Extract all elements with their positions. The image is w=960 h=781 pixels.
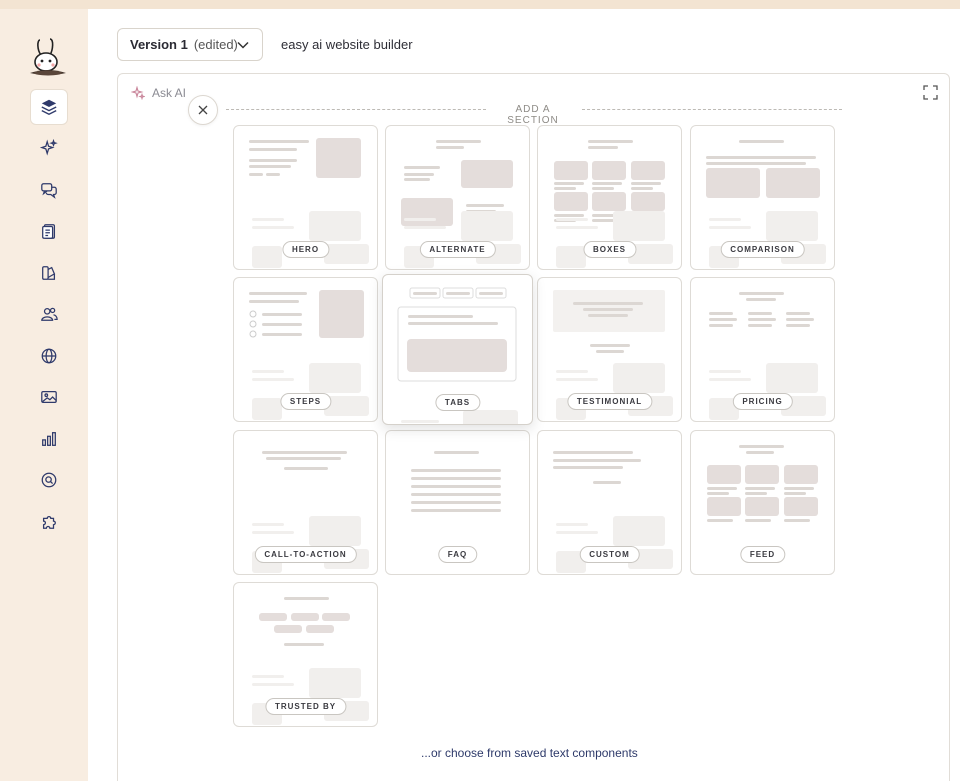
ask-ai-label: Ask AI — [152, 86, 187, 100]
puzzle-icon — [42, 515, 56, 529]
section-label: TRUSTED BY — [264, 698, 347, 715]
sidebar-item-analytics[interactable] — [30, 421, 68, 457]
version-state: (edited) — [193, 37, 238, 52]
section-card-testimonial[interactable]: TESTIMONIAL — [537, 277, 682, 422]
section-label: TESTIMONIAL — [566, 393, 653, 410]
section-card-boxes[interactable]: BOXES — [537, 125, 682, 270]
users-icon — [41, 307, 58, 321]
bar-chart-icon — [42, 432, 56, 446]
add-section-label: ADD A SECTION — [507, 104, 559, 126]
section-label: TABS — [434, 394, 481, 411]
version-label: Version 1 — [130, 37, 188, 52]
section-card-comparison[interactable]: COMPARISON — [690, 125, 835, 270]
sidebar-item-images[interactable] — [30, 379, 68, 415]
expand-icon[interactable] — [923, 85, 938, 100]
section-card-faq[interactable]: FAQ — [385, 430, 530, 575]
section-card-trusted[interactable]: TRUSTED BY — [233, 582, 378, 727]
image-icon — [41, 390, 57, 404]
section-card-custom[interactable]: CUSTOM — [537, 430, 682, 575]
layers-icon — [41, 99, 57, 115]
section-label: ALTERNATE — [419, 241, 496, 258]
section-card-hero[interactable]: HERO — [233, 125, 378, 270]
sidebar-item-design[interactable] — [30, 255, 68, 291]
section-label: FEED — [739, 546, 786, 563]
divider-line-left — [226, 109, 486, 110]
bunny-logo[interactable] — [28, 36, 68, 78]
section-label: CUSTOM — [579, 546, 640, 563]
sidebar-item-integrations[interactable] — [30, 504, 68, 540]
ask-ai-button[interactable]: Ask AI — [131, 86, 186, 100]
top-strip — [0, 0, 960, 9]
sparkles-icon — [131, 86, 145, 100]
search-icon — [41, 472, 57, 488]
chat-icon — [41, 183, 57, 199]
sidebar-item-ai[interactable] — [30, 130, 68, 166]
section-label: COMPARISON — [720, 241, 805, 258]
section-label: PRICING — [732, 393, 793, 410]
project-title[interactable]: easy ai website builder — [281, 37, 413, 52]
sidebar-item-seo[interactable] — [30, 462, 68, 498]
section-card-steps[interactable]: STEPS — [233, 277, 378, 422]
section-card-alternate[interactable]: ALTERNATE — [385, 125, 530, 270]
sidebar-item-users[interactable] — [30, 296, 68, 332]
section-card-tabs[interactable]: TABS — [382, 274, 533, 425]
sidebar — [0, 9, 88, 781]
section-label: CALL-TO-ACTION — [254, 546, 357, 563]
chevron-down-icon — [237, 41, 249, 49]
divider-line-right — [582, 109, 842, 110]
section-card-cta[interactable]: CALL-TO-ACTION — [233, 430, 378, 575]
section-label: STEPS — [279, 393, 332, 410]
saved-components-link[interactable]: ...or choose from saved text components — [421, 746, 638, 760]
sidebar-item-globe[interactable] — [30, 338, 68, 374]
version-dropdown[interactable]: Version 1 (edited) — [117, 28, 263, 61]
close-add-section-button[interactable] — [188, 95, 218, 125]
clipboard-icon — [42, 224, 56, 239]
close-icon — [198, 105, 208, 115]
section-card-feed[interactable]: FEED — [690, 430, 835, 575]
sidebar-item-chat[interactable] — [30, 172, 68, 208]
section-label: BOXES — [582, 241, 637, 258]
section-card-pricing[interactable]: PRICING — [690, 277, 835, 422]
section-label: FAQ — [437, 546, 478, 563]
section-label: HERO — [281, 241, 330, 258]
sparkles-icon — [40, 139, 58, 156]
sidebar-item-pages[interactable] — [30, 213, 68, 249]
globe-icon — [41, 348, 57, 364]
sidebar-item-layers[interactable] — [30, 89, 68, 125]
palette-icon — [42, 266, 56, 280]
